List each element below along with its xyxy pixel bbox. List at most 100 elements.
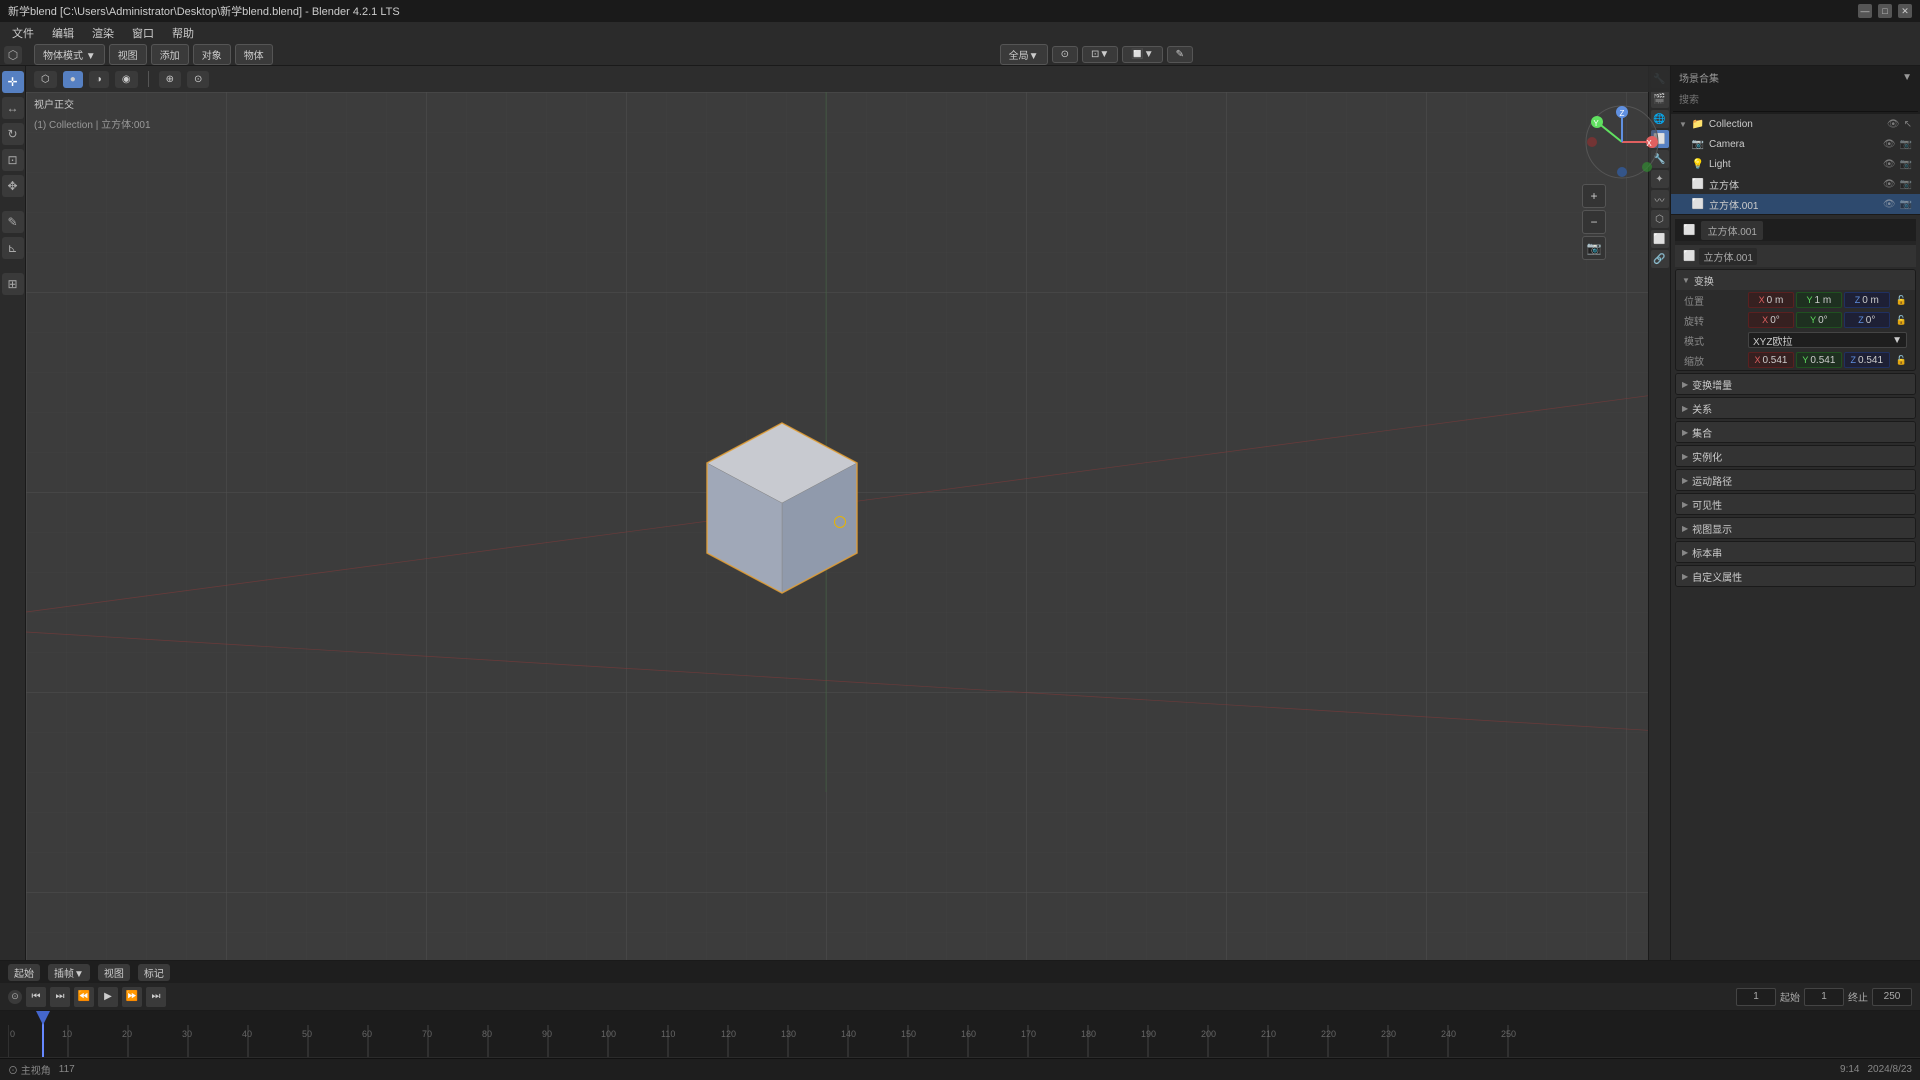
motion-paths-header[interactable]: ▶ 运动路径 bbox=[1676, 470, 1915, 490]
tl-tab-marker[interactable]: 标记 bbox=[138, 964, 170, 981]
svg-text:40: 40 bbox=[242, 1029, 252, 1039]
prop-mesh-name[interactable]: 立方体.001 bbox=[1699, 248, 1756, 265]
jump-next-key-btn[interactable]: ⏭ bbox=[146, 987, 166, 1007]
viewport-display-header[interactable]: ▶ 视图显示 bbox=[1676, 518, 1915, 538]
svg-text:0: 0 bbox=[10, 1029, 15, 1039]
frame-start-input[interactable]: 1 bbox=[1804, 988, 1844, 1006]
viewport-shading-solid[interactable]: ● bbox=[63, 71, 83, 88]
add-menu-button[interactable]: 添加 bbox=[151, 44, 189, 65]
delta-transform-header[interactable]: ▶ 变换增量 bbox=[1676, 374, 1915, 394]
annotation-button[interactable]: ✎ bbox=[1167, 46, 1193, 63]
loc-x-field[interactable]: X 0 m bbox=[1748, 292, 1794, 308]
rot-y-field[interactable]: Y 0° bbox=[1796, 312, 1842, 328]
outliner-cube[interactable]: ⬜ 立方体 👁 📷 bbox=[1671, 174, 1920, 194]
zoom-in-button[interactable]: + bbox=[1582, 184, 1606, 208]
viewport-shading-material[interactable]: ◑ bbox=[89, 71, 109, 88]
custom-props-header[interactable]: ▶ 自定义属性 bbox=[1676, 566, 1915, 586]
camera-eye-icon[interactable]: 👁 bbox=[1883, 139, 1896, 150]
scale-y-field[interactable]: Y 0.541 bbox=[1796, 352, 1842, 368]
jump-start-btn[interactable]: ⏮ bbox=[26, 987, 46, 1007]
rot-z-field[interactable]: Z 0° bbox=[1844, 312, 1890, 328]
zoom-out-button[interactable]: − bbox=[1582, 210, 1606, 234]
light-render-icon[interactable]: 📷 bbox=[1900, 159, 1912, 170]
loc-z-field[interactable]: Z 0 m bbox=[1844, 292, 1890, 308]
tl-tab-view[interactable]: 视图 bbox=[98, 964, 130, 981]
snap-button[interactable]: 全局▼ bbox=[1000, 44, 1048, 65]
menu-file[interactable]: 文件 bbox=[4, 23, 42, 43]
transform-pivot-button[interactable]: ⊡▼ bbox=[1082, 46, 1118, 63]
prop-obj-name[interactable]: 立方体.001 bbox=[1701, 221, 1762, 240]
physics-menu-button[interactable]: 物体 bbox=[235, 44, 273, 65]
scale-lock[interactable]: 🔓 bbox=[1896, 355, 1907, 366]
relations-section: ▶ 关系 bbox=[1675, 397, 1916, 419]
menu-render[interactable]: 渲染 bbox=[84, 23, 122, 43]
viewport-shading-rendered[interactable]: ◉ bbox=[115, 71, 138, 88]
svg-text:30: 30 bbox=[182, 1029, 192, 1039]
move-tool[interactable]: ↔ bbox=[2, 97, 24, 119]
maximize-button[interactable]: □ bbox=[1878, 4, 1892, 18]
play-btn[interactable]: ▶ bbox=[98, 987, 118, 1007]
eye-icon[interactable]: 👁 bbox=[1887, 119, 1900, 130]
viewport-3d[interactable]: ⬡ ● ◑ ◉ ⊕ ⊙ 视户正交 (1) Collection | 立方体:00… bbox=[26, 66, 1670, 960]
outliner-light[interactable]: 💡 Light 👁 📷 bbox=[1671, 154, 1920, 174]
add-cube-tool[interactable]: ⊞ bbox=[2, 273, 24, 295]
step-next-btn[interactable]: ⏩ bbox=[122, 987, 142, 1007]
cube001-render-icon[interactable]: 📷 bbox=[1900, 199, 1912, 210]
instancing-header[interactable]: ▶ 实例化 bbox=[1676, 446, 1915, 466]
tl-tab-keyframe[interactable]: 插帧▼ bbox=[48, 964, 90, 981]
viewport-gizmo-button[interactable]: ⊙ bbox=[187, 71, 209, 88]
cursor-tool[interactable]: ✛ bbox=[2, 71, 24, 93]
rotate-tool[interactable]: ↻ bbox=[2, 123, 24, 145]
step-prev-btn[interactable]: ⏪ bbox=[74, 987, 94, 1007]
select-icon[interactable]: ↖ bbox=[1904, 119, 1912, 130]
cube-render-icon[interactable]: 📷 bbox=[1900, 179, 1912, 190]
outliner-camera[interactable]: 📷 Camera 👁 📷 bbox=[1671, 134, 1920, 154]
cube-eye-icon[interactable]: 👁 bbox=[1883, 179, 1896, 190]
status-datetime: 9:14 bbox=[1840, 1064, 1859, 1075]
viewport-mode-icon[interactable]: ⬡ bbox=[4, 46, 22, 64]
scale-tool[interactable]: ⊡ bbox=[2, 149, 24, 171]
scale-z-value: 0.541 bbox=[1858, 355, 1883, 366]
measure-tool[interactable]: ⊾ bbox=[2, 237, 24, 259]
object-menu-button[interactable]: 对象 bbox=[193, 44, 231, 65]
viewport-overlay-button[interactable]: ⊕ bbox=[159, 71, 181, 88]
outliner-filter-icon[interactable]: ▼ bbox=[1902, 72, 1912, 83]
tl-tab-start[interactable]: 起始 bbox=[8, 964, 40, 981]
view-menu-button[interactable]: 视图 bbox=[109, 44, 147, 65]
minimize-button[interactable]: — bbox=[1858, 4, 1872, 18]
outliner-collection[interactable]: ▼ 📁 Collection 👁 ↖ bbox=[1671, 114, 1920, 134]
menu-window[interactable]: 窗口 bbox=[124, 23, 162, 43]
rot-lock[interactable]: 🔓 bbox=[1896, 315, 1907, 326]
outliner-search[interactable] bbox=[1673, 90, 1918, 112]
annotate-tool[interactable]: ✎ bbox=[2, 211, 24, 233]
cube-3d-object[interactable] bbox=[682, 403, 882, 603]
relations-header[interactable]: ▶ 关系 bbox=[1676, 398, 1915, 418]
rot-x-field[interactable]: X 0° bbox=[1748, 312, 1794, 328]
transform-tool[interactable]: ✥ bbox=[2, 175, 24, 197]
scale-z-field[interactable]: Z 0.541 bbox=[1844, 352, 1890, 368]
rotation-mode-select[interactable]: XYZ欧拉 ▼ bbox=[1748, 332, 1907, 348]
loc-lock[interactable]: 🔓 bbox=[1896, 295, 1907, 306]
navigation-gizmo[interactable]: X Y Z bbox=[1582, 102, 1662, 182]
proportional-button[interactable]: ⊙ bbox=[1052, 46, 1078, 63]
viewport-shading-wire[interactable]: ⬡ bbox=[34, 71, 57, 88]
close-button[interactable]: ✕ bbox=[1898, 4, 1912, 18]
jump-prev-key-btn[interactable]: ⏭ bbox=[50, 987, 70, 1007]
loc-y-field[interactable]: Y 1 m bbox=[1796, 292, 1842, 308]
cube001-eye-icon[interactable]: 👁 bbox=[1883, 199, 1896, 210]
transform-header[interactable]: ▼ 变换 bbox=[1676, 270, 1915, 290]
lineart-header[interactable]: ▶ 标本串 bbox=[1676, 542, 1915, 562]
menu-help[interactable]: 帮助 bbox=[164, 23, 202, 43]
outliner-cube-001[interactable]: ⬜ 立方体.001 👁 📷 bbox=[1671, 194, 1920, 214]
snap-toggle[interactable]: 🔲▼ bbox=[1122, 46, 1162, 63]
scale-x-field[interactable]: X 0.541 bbox=[1748, 352, 1794, 368]
frame-end-input[interactable]: 250 bbox=[1872, 988, 1912, 1006]
camera-render-icon[interactable]: 📷 bbox=[1900, 139, 1912, 150]
collections-header[interactable]: ▶ 集合 bbox=[1676, 422, 1915, 442]
camera-view-button[interactable]: 📷 bbox=[1582, 236, 1606, 260]
visibility-header[interactable]: ▶ 可见性 bbox=[1676, 494, 1915, 514]
menu-edit[interactable]: 编辑 bbox=[44, 23, 82, 43]
current-frame-input[interactable]: 1 bbox=[1736, 988, 1776, 1006]
light-eye-icon[interactable]: 👁 bbox=[1883, 159, 1896, 170]
object-mode-button[interactable]: 物体模式 ▼ bbox=[34, 44, 105, 65]
